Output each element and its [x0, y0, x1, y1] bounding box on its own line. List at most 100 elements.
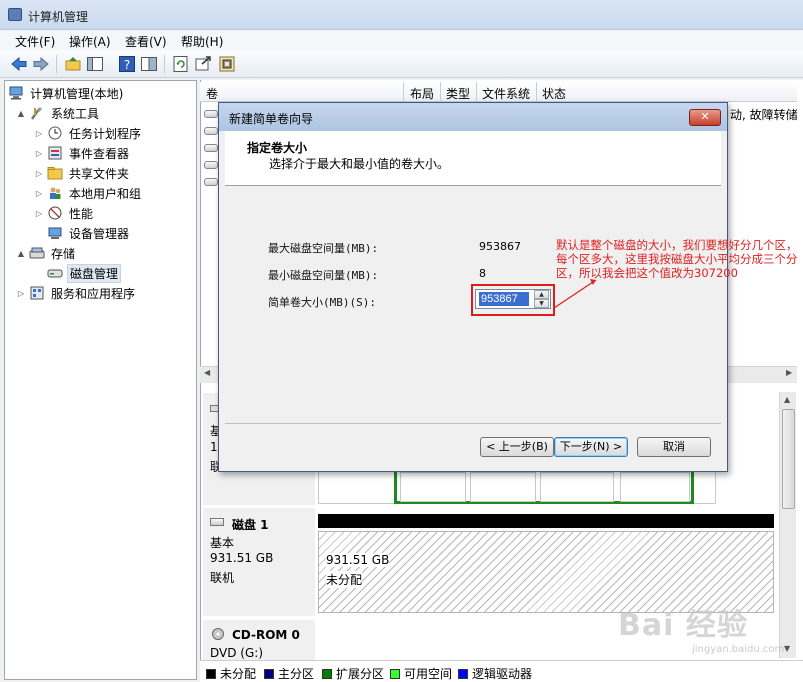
tree-item-local-users[interactable]: ▷ 本地用户和组: [34, 183, 143, 203]
legend-item: 扩展分区: [322, 665, 384, 682]
properties-icon[interactable]: [140, 55, 158, 73]
scroll-left-icon[interactable]: ◀: [204, 368, 210, 377]
dialog-title: 新建简单卷向导: [229, 112, 314, 126]
tree-item-services-apps[interactable]: ▷ 服务和应用程序: [16, 283, 137, 303]
legend-swatch: [390, 668, 400, 679]
show-hide-tree-icon[interactable]: [86, 55, 104, 73]
column-volume[interactable]: 卷: [206, 85, 218, 102]
disk-icon: [210, 518, 224, 526]
logical-drive[interactable]: [400, 472, 466, 502]
refresh-icon[interactable]: [172, 55, 190, 73]
computer-icon: [8, 85, 24, 101]
collapse-icon[interactable]: ▲: [16, 109, 26, 118]
logical-drive[interactable]: [620, 472, 690, 502]
next-button[interactable]: 下一步(N) >: [554, 437, 628, 457]
cd-drive-icon: [212, 628, 224, 640]
back-button[interactable]: < 上一步(B): [480, 437, 554, 457]
max-size-label: 最大磁盘空间量(MB):: [268, 242, 379, 255]
unallocated-header-bar: [318, 514, 774, 528]
drive-icon: [204, 161, 218, 169]
tree-item-label: 事件查看器: [69, 146, 130, 161]
unallocated-size: 931.51 GB: [326, 553, 390, 567]
disk1-type: 基本: [210, 536, 235, 550]
logical-drive[interactable]: [540, 472, 614, 502]
volume-list-header: 卷 布局 类型 文件系统 状态: [200, 82, 797, 102]
watermark-brand: Bai 经验: [618, 608, 748, 643]
dialog-step-title: 指定卷大小: [247, 141, 308, 155]
disk1-name: 磁盘 1: [232, 518, 269, 532]
watermark-url: jingyan.baidu.com: [692, 644, 785, 655]
column-status[interactable]: 状态: [542, 85, 566, 102]
menu-view[interactable]: 查看(V): [122, 32, 170, 51]
back-arrow-icon[interactable]: [10, 55, 28, 73]
svg-text:?: ?: [124, 58, 130, 72]
legend-item: 未分配: [206, 665, 256, 682]
close-icon[interactable]: ✕: [689, 109, 721, 126]
help-icon[interactable]: ?: [118, 55, 136, 73]
settings-icon[interactable]: [218, 55, 236, 73]
menu-action[interactable]: 操作(A): [66, 32, 114, 51]
tree-item-task-scheduler[interactable]: ▷ 任务计划程序: [34, 123, 143, 143]
logical-drive[interactable]: [470, 472, 536, 502]
drive-icon: [204, 110, 218, 118]
min-size-label: 最小磁盘空间量(MB):: [268, 269, 379, 282]
tree-item-shared-folders[interactable]: ▷ 共享文件夹: [34, 163, 131, 183]
baidu-jingyan-watermark: Bai 经验 jingyan.baidu.com: [618, 598, 798, 658]
expand-icon[interactable]: ▷: [34, 209, 44, 218]
tree-root[interactable]: 计算机管理(本地): [8, 83, 125, 103]
cancel-button[interactable]: 取消: [637, 437, 711, 457]
column-layout[interactable]: 布局: [410, 85, 434, 102]
clock-icon: [47, 125, 63, 141]
legend-swatch: [458, 668, 468, 679]
drive-icon: [204, 144, 218, 152]
tree-item-performance[interactable]: ▷ 性能: [34, 203, 95, 223]
disk1-state: 联机: [210, 571, 235, 585]
tree-item-device-manager[interactable]: 设备管理器: [34, 223, 131, 243]
tree-item-label: 系统工具: [51, 106, 100, 121]
column-separator: [440, 82, 441, 102]
expand-icon[interactable]: ▷: [34, 129, 44, 138]
column-type[interactable]: 类型: [446, 85, 470, 102]
menu-help[interactable]: 帮助(H): [178, 32, 226, 51]
legend-swatch: [206, 668, 216, 679]
column-separator: [476, 82, 477, 102]
users-icon: [47, 185, 63, 201]
column-filesystem[interactable]: 文件系统: [482, 85, 530, 102]
menu-file[interactable]: 文件(F): [12, 32, 58, 51]
max-size-value: 953867: [479, 240, 521, 253]
legend-bar: 未分配 主分区 扩展分区 可用空间 逻辑驱动器: [200, 660, 803, 682]
expand-icon[interactable]: ▷: [34, 189, 44, 198]
scrollbar-thumb[interactable]: [782, 409, 795, 509]
shared-folder-icon: [47, 165, 63, 181]
tree-item-disk-management[interactable]: 磁盘管理: [34, 263, 122, 283]
device-manager-icon: [47, 225, 63, 241]
min-size-value: 8: [479, 267, 486, 280]
tree-item-system-tools[interactable]: ▲ 系统工具: [16, 103, 101, 123]
disk-management-icon: [47, 265, 63, 281]
legend-swatch: [322, 668, 332, 679]
collapse-icon[interactable]: ▲: [16, 249, 26, 258]
storage-icon: [29, 245, 45, 261]
system-tools-icon: [29, 105, 45, 121]
tree-item-label: 本地用户和组: [69, 186, 142, 201]
column-separator: [403, 82, 404, 102]
expand-icon[interactable]: ▷: [34, 169, 44, 178]
tree-item-label: 存储: [51, 246, 76, 261]
tree-root-label: 计算机管理(本地): [30, 86, 124, 101]
unallocated-label: 未分配: [326, 571, 363, 588]
tree-item-label: 设备管理器: [69, 226, 130, 241]
tree-item-storage[interactable]: ▲ 存储: [16, 243, 77, 263]
up-folder-icon[interactable]: [64, 55, 82, 73]
menu-bar: 文件(F) 操作(A) 查看(V) 帮助(H): [0, 30, 803, 50]
expand-icon[interactable]: ▷: [34, 149, 44, 158]
scroll-right-icon[interactable]: ▶: [786, 368, 792, 377]
legend-label: 扩展分区: [336, 667, 385, 681]
export-icon[interactable]: [194, 55, 212, 73]
scroll-up-icon[interactable]: ▲: [784, 395, 790, 404]
tree-item-event-viewer[interactable]: ▷ 事件查看器: [34, 143, 131, 163]
expand-icon[interactable]: ▷: [16, 289, 26, 298]
cdrom-drive: DVD (G:): [210, 646, 263, 660]
tree-item-label: 磁盘管理: [67, 263, 122, 283]
dialog-title-bar[interactable]: 新建简单卷向导 ✕: [219, 103, 727, 131]
forward-arrow-icon[interactable]: [32, 55, 50, 73]
